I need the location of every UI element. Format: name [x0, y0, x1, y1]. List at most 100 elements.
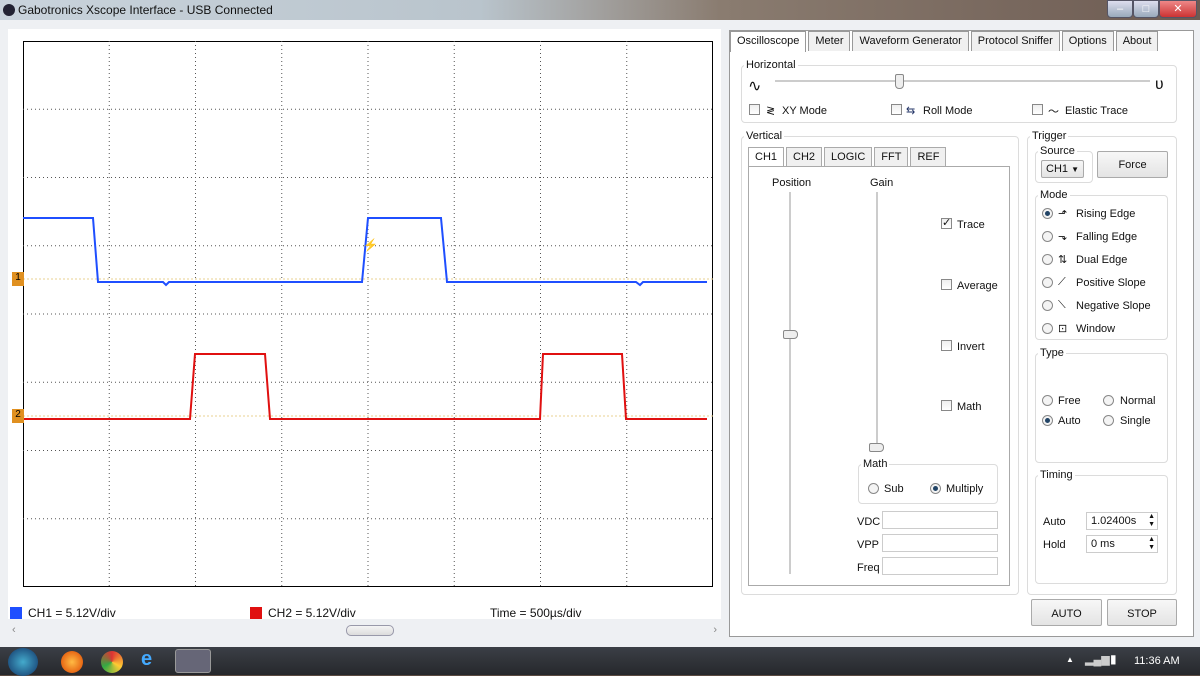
mode-icon: ⊡: [1058, 323, 1068, 335]
hold-label: Hold: [1043, 539, 1066, 551]
mode-radio[interactable]: [1042, 300, 1053, 311]
tab-about[interactable]: About: [1115, 31, 1159, 51]
ch1-scale: CH1 = 5.12V/div: [28, 606, 116, 620]
tab-ref[interactable]: REF: [910, 147, 947, 166]
horizontal-scrollbar[interactable]: ‹ ›: [8, 623, 721, 639]
sub-radio[interactable]: [868, 483, 879, 494]
roll-mode-checkbox[interactable]: [891, 104, 902, 115]
vdc-field: [882, 511, 998, 529]
network-icon[interactable]: ▂▄▆: [1085, 653, 1110, 666]
tab-ch1[interactable]: CH1: [748, 147, 785, 166]
horizontal-slider[interactable]: [775, 80, 1150, 82]
stop-button[interactable]: STOP: [1107, 599, 1177, 626]
auto-button[interactable]: AUTO: [1031, 599, 1102, 626]
tab-options[interactable]: Options: [1061, 31, 1114, 51]
maximize-button[interactable]: □: [1133, 0, 1159, 18]
mode-icon: ⬎: [1058, 231, 1068, 243]
invert-checkbox[interactable]: [941, 340, 952, 351]
position-slider-thumb[interactable]: [783, 330, 798, 339]
internet-explorer-icon[interactable]: e: [141, 648, 163, 670]
mode-icon: ⟍: [1058, 299, 1066, 311]
close-button[interactable]: ✕: [1159, 0, 1197, 18]
narrow-wave-icon: ʋ: [1155, 76, 1164, 93]
normal-radio[interactable]: [1103, 395, 1114, 406]
auto-radio[interactable]: [1042, 415, 1053, 426]
tab-logic[interactable]: LOGIC: [824, 147, 873, 166]
gain-slider[interactable]: [876, 192, 878, 450]
window-title: Gabotronics Xscope Interface - USB Conne…: [18, 3, 273, 17]
vertical-tabs: CH1 CH2 LOGIC FFT REF: [748, 147, 948, 166]
source-dropdown[interactable]: CH1 ▼: [1041, 160, 1084, 178]
tab-protocol-sniffer[interactable]: Protocol Sniffer: [970, 31, 1060, 51]
average-label: Average: [957, 280, 998, 292]
status-bar: CH1 = 5.12V/div CH2 = 5.12V/div Time = 5…: [8, 600, 721, 624]
tray-arrow-icon[interactable]: ▲: [1066, 655, 1074, 664]
spin-arrows-icon[interactable]: ▲ ▼: [1148, 536, 1155, 552]
mode-radio[interactable]: [1042, 277, 1053, 288]
mode-icon: ⇅: [1058, 254, 1068, 266]
app-icon: [3, 4, 15, 16]
mode-radio[interactable]: [1042, 208, 1053, 219]
force-button[interactable]: Force: [1097, 151, 1168, 178]
hold-spinbox[interactable]: 0 ms ▲ ▼: [1086, 535, 1158, 553]
mode-radio[interactable]: [1042, 323, 1053, 334]
xy-mode-checkbox[interactable]: [749, 104, 760, 115]
horizontal-slider-thumb[interactable]: [894, 74, 904, 89]
xscope-taskbar-button[interactable]: [175, 649, 211, 673]
normal-label: Normal: [1120, 395, 1156, 407]
scroll-thumb[interactable]: [346, 625, 394, 636]
dropdown-arrow-icon: ▼: [1071, 165, 1079, 174]
ch2-color-swatch: [250, 607, 262, 619]
scroll-left-icon[interactable]: ‹: [12, 624, 16, 636]
power-icon[interactable]: ▮: [1110, 652, 1117, 666]
trace-label: Trace: [957, 219, 985, 231]
math-group: Math: [858, 458, 998, 504]
tab-waveform-generator[interactable]: Waveform Generator: [852, 31, 969, 51]
trace-checkbox[interactable]: ✓: [941, 217, 952, 229]
tab-oscilloscope[interactable]: Oscilloscope: [730, 31, 807, 52]
auto-type-label: Auto: [1058, 415, 1081, 427]
trigger-marker-icon: ⚡: [363, 238, 378, 252]
xy-mode-icon: ≷: [766, 105, 776, 117]
multiply-radio[interactable]: [930, 483, 941, 494]
mode-icon: ⬏: [1058, 208, 1068, 220]
gain-label: Gain: [870, 177, 894, 189]
mode-radio[interactable]: [1042, 231, 1053, 242]
position-label: Position: [772, 177, 812, 189]
invert-label: Invert: [957, 341, 985, 353]
vdc-label: VDC: [857, 516, 881, 528]
single-label: Single: [1120, 415, 1151, 427]
elastic-trace-label: Elastic Trace: [1065, 105, 1128, 117]
average-checkbox[interactable]: [941, 279, 952, 290]
chrome-icon[interactable]: [101, 651, 123, 673]
scope-plot[interactable]: ⚡: [23, 41, 713, 587]
math-checkbox[interactable]: [941, 400, 952, 411]
minimize-button[interactable]: –: [1107, 0, 1133, 18]
tab-ch2[interactable]: CH2: [786, 147, 823, 166]
gain-slider-thumb[interactable]: [869, 443, 884, 452]
ch2-marker[interactable]: 2: [12, 409, 24, 423]
scroll-right-icon[interactable]: ›: [713, 624, 717, 636]
free-radio[interactable]: [1042, 395, 1053, 406]
taskbar: e ▲ ▂▄▆ ▮ 11:36 AM: [0, 647, 1200, 676]
math-label: Math: [957, 401, 982, 413]
single-radio[interactable]: [1103, 415, 1114, 426]
auto-timing-spinbox[interactable]: 1.02400s ▲ ▼: [1086, 512, 1158, 530]
clock[interactable]: 11:36 AM: [1134, 655, 1180, 667]
mode-label: Rising Edge: [1076, 208, 1136, 220]
freq-field: [882, 557, 998, 575]
spin-arrows-icon[interactable]: ▲ ▼: [1148, 513, 1155, 529]
position-slider[interactable]: [789, 192, 791, 574]
vpp-label: VPP: [857, 539, 880, 551]
start-button[interactable]: [8, 648, 38, 676]
tab-fft[interactable]: FFT: [874, 147, 909, 166]
mode-label: Falling Edge: [1076, 231, 1138, 243]
ch1-marker[interactable]: 1: [12, 272, 24, 286]
vpp-field: [882, 534, 998, 552]
sub-label: Sub: [884, 483, 904, 495]
tab-meter[interactable]: Meter: [808, 31, 851, 51]
multiply-label: Multiply: [946, 483, 984, 495]
elastic-trace-checkbox[interactable]: [1032, 104, 1043, 115]
firefox-icon[interactable]: [61, 651, 83, 673]
mode-radio[interactable]: [1042, 254, 1053, 265]
